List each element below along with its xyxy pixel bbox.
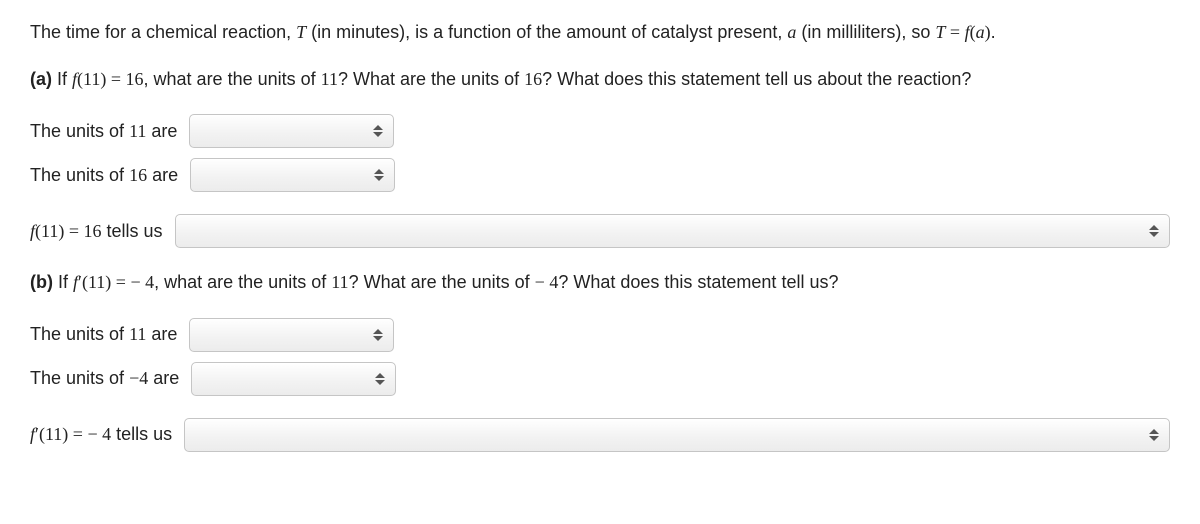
text: If	[53, 272, 73, 292]
select-fprime11-meaning[interactable]	[184, 418, 1170, 452]
label: f(11) = 16 tells us	[30, 219, 163, 244]
spinner-icon	[371, 326, 385, 344]
num: 16	[129, 165, 147, 185]
num: − 4	[87, 424, 111, 444]
text: ? What are the units of	[349, 272, 535, 292]
text: ? What does this statement tell us about…	[542, 69, 971, 89]
eq: =	[945, 22, 964, 42]
num: 11	[45, 424, 62, 444]
spinner-icon	[371, 122, 385, 140]
select-b-units-neg4[interactable]	[191, 362, 396, 396]
question-page: The time for a chemical reaction, T (in …	[0, 0, 1200, 482]
eq: =	[106, 69, 125, 89]
part-b-question: (b) If f′(11) = − 4, what are the units …	[30, 270, 1170, 295]
num: 11	[321, 69, 338, 89]
spinner-icon	[373, 370, 387, 388]
text: are	[146, 324, 177, 344]
text: The units of	[30, 324, 129, 344]
select-f11-meaning[interactable]	[175, 214, 1170, 248]
select-units-11[interactable]	[189, 114, 394, 148]
row-f11-tells: f(11) = 16 tells us	[30, 214, 1170, 248]
num: 11	[41, 221, 58, 241]
text: are	[148, 368, 179, 388]
part-b-label: (b)	[30, 272, 53, 292]
spinner-icon	[1147, 426, 1161, 444]
num: − 4	[130, 272, 154, 292]
select-b-units-11[interactable]	[189, 318, 394, 352]
num: −4	[129, 368, 148, 388]
var-T: T	[296, 22, 306, 42]
label: The units of 11 are	[30, 119, 177, 144]
num: − 4	[535, 272, 559, 292]
num: 11	[129, 324, 146, 344]
label: The units of −4 are	[30, 366, 179, 391]
num: 11	[83, 69, 100, 89]
eq: =	[68, 424, 87, 444]
part-a-label: (a)	[30, 69, 52, 89]
text: ? What are the units of	[338, 69, 524, 89]
text: tells us	[102, 221, 163, 241]
label: The units of 16 are	[30, 163, 178, 188]
text: The units of	[30, 165, 129, 185]
num: 11	[129, 121, 146, 141]
text: The units of	[30, 368, 129, 388]
spinner-icon	[1147, 222, 1161, 240]
text: , what are the units of	[154, 272, 331, 292]
row-b-units-neg4: The units of −4 are	[30, 362, 1170, 396]
num: 16	[84, 221, 102, 241]
num: 11	[331, 272, 348, 292]
part-a-question: (a) If f(11) = 16, what are the units of…	[30, 67, 1170, 92]
text: , what are the units of	[144, 69, 321, 89]
text: (in minutes), is a function of the amoun…	[306, 22, 787, 42]
text: are	[146, 121, 177, 141]
var-T: T	[935, 22, 945, 42]
row-fprime11-tells: f′(11) = − 4 tells us	[30, 418, 1170, 452]
row-units-16: The units of 16 are	[30, 158, 1170, 192]
text: tells us	[111, 424, 172, 444]
text: The units of	[30, 121, 129, 141]
text: (in milliliters), so	[796, 22, 935, 42]
text: ? What does this statement tell us?	[558, 272, 838, 292]
spinner-icon	[372, 166, 386, 184]
eq: =	[111, 272, 130, 292]
text: .	[991, 22, 996, 42]
select-units-16[interactable]	[190, 158, 395, 192]
eq: =	[64, 221, 83, 241]
text: If	[52, 69, 72, 89]
label: The units of 11 are	[30, 322, 177, 347]
num: 16	[524, 69, 542, 89]
row-units-11: The units of 11 are	[30, 114, 1170, 148]
label: f′(11) = − 4 tells us	[30, 422, 172, 447]
text: The time for a chemical reaction,	[30, 22, 296, 42]
text: are	[147, 165, 178, 185]
num: 11	[88, 272, 105, 292]
var-a: a	[976, 22, 985, 42]
num: 16	[126, 69, 144, 89]
intro-text: The time for a chemical reaction, T (in …	[30, 20, 1170, 45]
row-b-units-11: The units of 11 are	[30, 318, 1170, 352]
